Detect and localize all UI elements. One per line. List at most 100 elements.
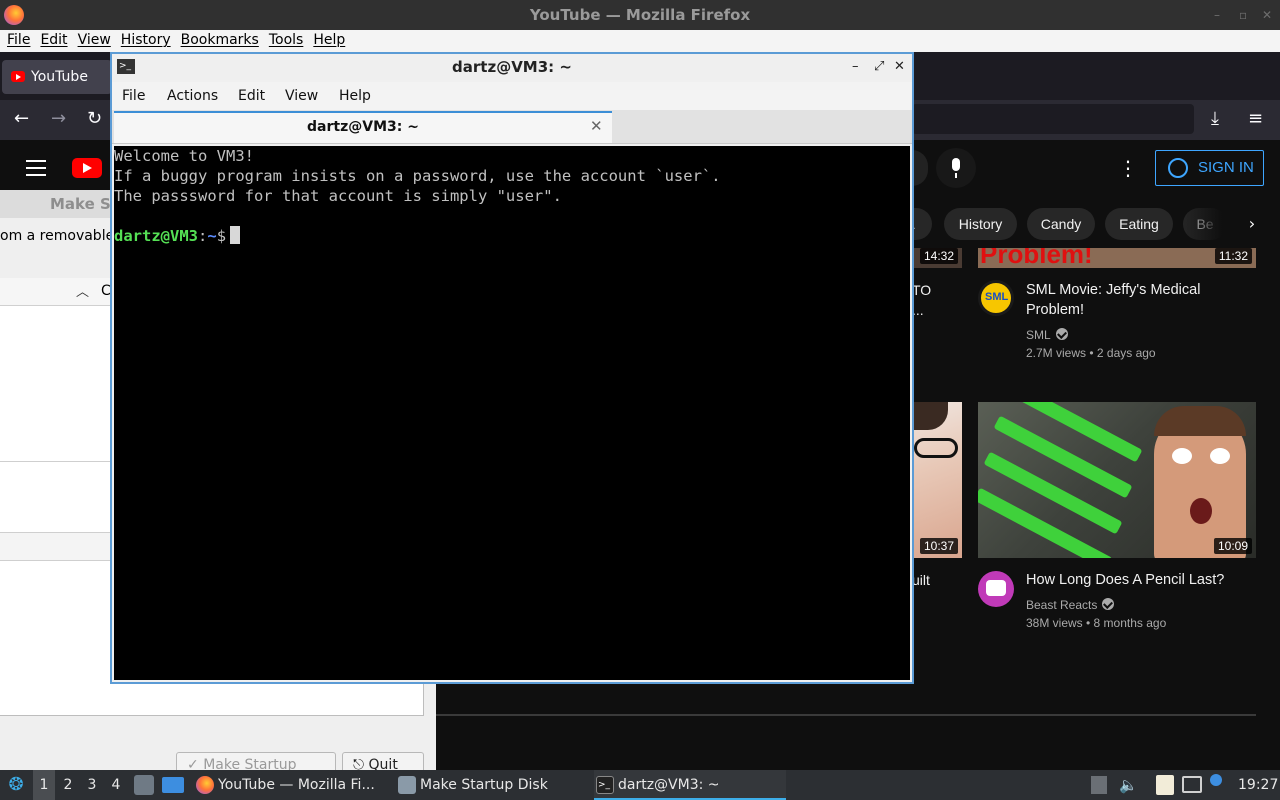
- chip-candy[interactable]: Candy: [1027, 208, 1095, 240]
- taskbar: ❂ 1 2 3 4 YouTube — Mozilla Fi... Make S…: [0, 770, 1280, 800]
- microphone-stem: [955, 173, 957, 178]
- notification-icon[interactable]: [1210, 774, 1222, 786]
- menu-bookmarks[interactable]: Bookmarks: [181, 30, 259, 48]
- video-thumbnail[interactable]: 10:37: [912, 402, 962, 558]
- video-title-fragment[interactable]: TO: [912, 280, 931, 300]
- firefox-window-title: YouTube — Mozilla Firefox: [529, 6, 751, 24]
- download-icon[interactable]: ⤓: [1211, 108, 1219, 129]
- eye-shape: [1210, 448, 1230, 464]
- sort-ascending-icon[interactable]: ︿: [76, 281, 89, 300]
- taskbar-item-label: dartz@VM3: ~: [618, 777, 720, 793]
- close-tab-icon[interactable]: ✕: [590, 117, 603, 135]
- url-bar[interactable]: [912, 104, 1194, 134]
- terminal-line: The passsword for that account is simply…: [114, 187, 562, 205]
- video-duration: 11:32: [1214, 248, 1252, 264]
- terminal-titlebar: >_ dartz@VM3: ~ – ⤢ ✕: [112, 54, 912, 80]
- verified-icon: [1055, 328, 1068, 340]
- network-icon[interactable]: [1182, 776, 1202, 793]
- firefox-logo-icon: [4, 5, 24, 25]
- more-options-icon[interactable]: ⋮: [1118, 158, 1138, 178]
- youtube-menu-icon[interactable]: [26, 160, 46, 176]
- table-header[interactable]: [0, 278, 112, 306]
- firefox-titlebar: YouTube — Mozilla Firefox – ▫ ✕: [0, 0, 1280, 30]
- terminal-menu-file[interactable]: File: [122, 88, 145, 104]
- pencil-shape: [978, 487, 1113, 558]
- startup-disk-instruction: om a removable: [0, 228, 112, 244]
- video-title[interactable]: SML Movie: Jeffy's Medical Problem!: [1026, 280, 1246, 320]
- verified-icon: [1102, 598, 1115, 610]
- hair-shape: [1154, 406, 1246, 436]
- terminal-cursor: [230, 226, 241, 244]
- maximize-icon[interactable]: ⤢: [874, 54, 884, 80]
- channel-avatar[interactable]: SML: [978, 280, 1014, 316]
- file-manager-icon[interactable]: [134, 775, 154, 795]
- menu-edit[interactable]: Edit: [40, 30, 67, 48]
- taskbar-item-terminal[interactable]: >_ dartz@VM3: ~: [594, 770, 786, 800]
- terminal-tab-label: dartz@VM3: ~: [307, 119, 419, 135]
- volume-icon[interactable]: 🔈: [1119, 770, 1138, 800]
- voice-search-button[interactable]: [936, 148, 976, 188]
- terminal-menu-view[interactable]: View: [285, 88, 318, 104]
- chips-fade: [1180, 206, 1240, 242]
- tab-youtube[interactable]: YouTube: [2, 60, 112, 94]
- chip-history[interactable]: History: [944, 208, 1017, 240]
- terminal-tab[interactable]: dartz@VM3: ~: [114, 111, 612, 143]
- terminal-menu-actions[interactable]: Actions: [167, 88, 218, 104]
- clipboard-icon[interactable]: [1156, 775, 1174, 795]
- video-title-fragment[interactable]: uilt: [912, 570, 930, 590]
- hair-shape: [912, 402, 948, 430]
- menu-file[interactable]: File: [7, 30, 30, 48]
- video-duration: 10:09: [1213, 538, 1252, 554]
- minimize-icon[interactable]: –: [1214, 0, 1220, 30]
- taskbar-item-firefox[interactable]: YouTube — Mozilla Fi...: [194, 770, 390, 800]
- video-duration: 10:37: [919, 538, 958, 554]
- mouth-shape: [1190, 498, 1212, 524]
- video-thumbnail[interactable]: Problem! 11:32: [978, 248, 1256, 268]
- channel-avatar[interactable]: [978, 571, 1014, 607]
- startup-disk-title: Make S: [0, 190, 110, 218]
- video-meta: 2.7M views • 2 days ago: [1026, 346, 1156, 360]
- maximize-icon[interactable]: ▫: [1239, 0, 1247, 30]
- back-arrow-icon[interactable]: ←: [14, 108, 29, 129]
- eye-shape: [1172, 448, 1192, 464]
- menu-help[interactable]: Help: [313, 30, 345, 48]
- terminal-menubar: File Actions Edit View Help: [112, 82, 912, 110]
- terminal-menu-help[interactable]: Help: [339, 88, 371, 104]
- pencil-shape: [983, 451, 1123, 535]
- sign-in-button[interactable]: SIGN IN: [1155, 150, 1264, 186]
- channel-name[interactable]: Beast Reacts: [1026, 596, 1115, 614]
- prompt-path: ~: [207, 227, 217, 245]
- clock[interactable]: 19:27: [1238, 770, 1278, 800]
- video-thumbnail[interactable]: 10:09: [978, 402, 1256, 558]
- workspace-3[interactable]: 3: [81, 770, 103, 800]
- close-icon[interactable]: ✕: [894, 54, 905, 80]
- taskbar-item-startup-disk[interactable]: Make Startup Disk: [396, 770, 586, 800]
- show-desktop-icon[interactable]: [162, 777, 184, 793]
- channel-name-label: SML: [1026, 328, 1051, 342]
- reload-icon[interactable]: ↻: [87, 108, 102, 129]
- youtube-favicon-icon: [11, 71, 25, 82]
- menu-view[interactable]: View: [78, 30, 111, 48]
- forward-arrow-icon[interactable]: →: [51, 108, 66, 129]
- minimize-icon[interactable]: –: [852, 54, 859, 80]
- youtube-logo-icon[interactable]: [72, 158, 102, 178]
- pencil-shape: [993, 415, 1133, 499]
- workspace-1[interactable]: 1: [33, 770, 55, 800]
- hamburger-menu-icon[interactable]: ≡: [1248, 108, 1263, 129]
- chevron-right-icon[interactable]: ›: [1240, 212, 1264, 236]
- channel-name[interactable]: SML: [1026, 326, 1068, 344]
- video-title[interactable]: How Long Does A Pencil Last?: [1026, 570, 1224, 590]
- terminal-menu-edit[interactable]: Edit: [238, 88, 265, 104]
- workspace-4[interactable]: 4: [105, 770, 127, 800]
- menu-tools[interactable]: Tools: [269, 30, 304, 48]
- microphone-icon: [952, 158, 960, 171]
- menu-history[interactable]: History: [121, 30, 171, 48]
- terminal-output[interactable]: Welcome to VM3! If a buggy program insis…: [114, 146, 910, 680]
- tray-expand-icon[interactable]: [1091, 776, 1107, 794]
- workspace-2[interactable]: 2: [57, 770, 79, 800]
- close-icon[interactable]: ✕: [1262, 0, 1272, 30]
- sign-in-label: SIGN IN: [1198, 159, 1254, 176]
- taskbar-item-label: YouTube — Mozilla Fi...: [218, 777, 375, 793]
- application-menu-icon[interactable]: ❂: [4, 770, 28, 800]
- chip-eating[interactable]: Eating: [1105, 208, 1173, 240]
